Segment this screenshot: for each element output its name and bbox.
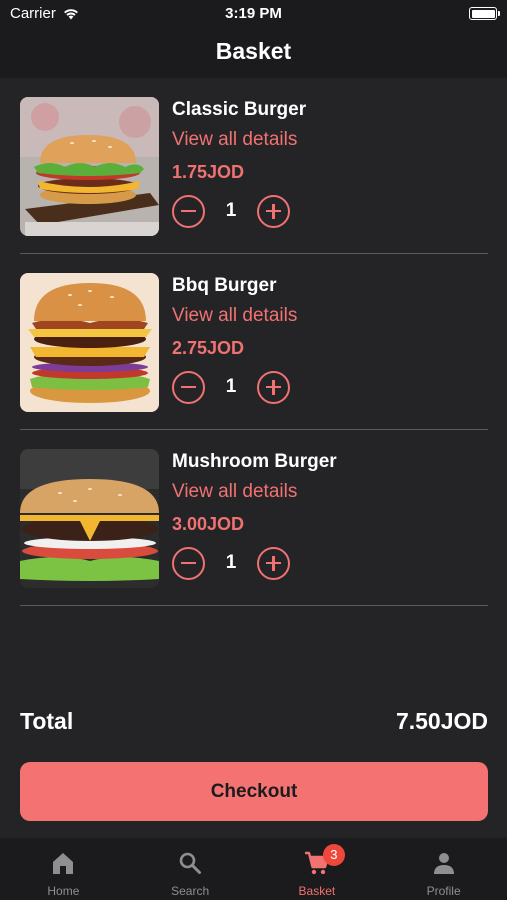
status-time: 3:19 PM [225,5,282,22]
basket-item: Classic Burger View all details 1.75JOD … [20,78,488,254]
quantity-value: 1 [225,552,237,573]
basket-item: Bbq Burger View all details 2.75JOD 1 [20,254,488,430]
tab-label: Search [171,884,210,898]
home-icon [53,853,74,874]
decrease-quantity-button[interactable] [172,546,205,580]
quantity-value: 1 [225,376,237,397]
tab-search[interactable]: Search [127,838,254,900]
tab-bar: Home Search 3 Basket Profile [0,838,507,900]
item-name: Mushroom Burger [172,451,337,472]
tab-label: Profile [426,884,461,898]
decrease-quantity-button[interactable] [172,370,205,404]
cart-count-badge: 3 [322,844,345,866]
basket-item: Mushroom Burger View all details 3.00JOD… [20,430,488,606]
status-bar: Carrier 3:19 PM [0,0,507,28]
quantity-value: 1 [225,200,237,221]
person-icon [433,853,454,874]
tab-label: Basket [298,884,336,898]
quantity-stepper: 1 [172,194,306,228]
total-value: 7.50JOD [395,707,488,734]
search-icon [179,852,202,874]
page-title: Basket [215,38,292,64]
item-name: Classic Burger [172,99,307,120]
bbq-burger-image[interactable] [20,273,159,412]
decrease-quantity-button[interactable] [172,194,205,228]
quantity-stepper: 1 [172,546,337,580]
tab-label: Home [47,884,80,898]
view-details-link[interactable]: View all details [172,305,297,329]
increase-quantity-button[interactable] [257,546,290,580]
item-price: 3.00JOD [172,514,245,534]
tab-home[interactable]: Home [0,838,127,900]
nav-header: Basket [0,28,507,78]
battery-icon [469,7,500,20]
item-info: Bbq Burger View all details 2.75JOD 1 [172,275,297,404]
tab-basket[interactable]: 3 Basket [254,838,381,900]
view-details-link[interactable]: View all details [172,481,337,505]
view-details-link[interactable]: View all details [172,129,306,153]
increase-quantity-button[interactable] [257,370,290,404]
total-row: Total 7.50JOD [20,705,488,737]
basket-list: Classic Burger View all details 1.75JOD … [20,78,488,606]
mushroom-burger-image[interactable] [20,449,159,588]
item-name: Bbq Burger [172,275,277,296]
classic-burger-image[interactable] [20,97,159,236]
tab-profile[interactable]: Profile [380,838,507,900]
item-info: Mushroom Burger View all details 3.00JOD… [172,451,337,580]
increase-quantity-button[interactable] [257,194,290,228]
quantity-stepper: 1 [172,370,297,404]
total-label: Total [20,707,74,734]
item-price: 1.75JOD [172,162,245,182]
item-info: Classic Burger View all details 1.75JOD … [172,99,306,228]
checkout-button[interactable]: Checkout [20,762,488,821]
item-price: 2.75JOD [172,338,245,358]
